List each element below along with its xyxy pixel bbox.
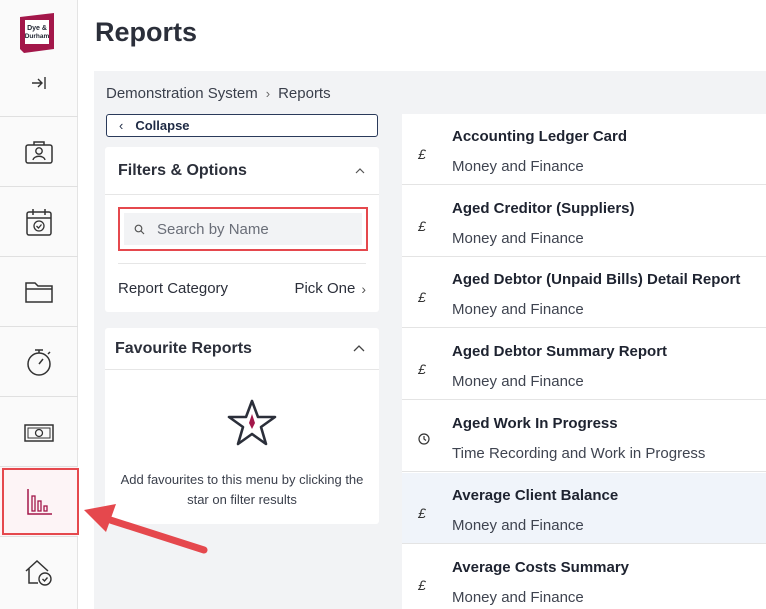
filters-panel: Filters & Options Report Category Pick O… — [105, 147, 379, 312]
search-field — [124, 213, 362, 245]
report-row[interactable]: £ Aged Debtor Summary Report Money and F… — [402, 329, 766, 400]
favourites-title: Favourite Reports — [115, 339, 252, 357]
filters-title: Filters & Options — [118, 161, 247, 179]
star-icon — [226, 398, 278, 453]
report-row[interactable]: £ Aged Debtor (Unpaid Bills) Detail Repo… — [402, 257, 766, 328]
rail-item-accounts[interactable] — [0, 396, 78, 466]
folder-icon — [25, 281, 53, 303]
report-category: Money and Finance — [452, 230, 584, 247]
report-title: Aged Work In Progress — [452, 415, 618, 432]
reports-app: Dye & Durham Reports Demonstration Syste… — [0, 0, 766, 609]
stopwatch-icon — [27, 348, 51, 376]
logo-line-2: Durham — [25, 33, 50, 40]
report-category-picker[interactable]: Pick One › — [294, 280, 366, 297]
clock-icon — [418, 432, 430, 448]
annotation-arrow-icon — [84, 504, 208, 554]
report-category-row[interactable]: Report Category Pick One › — [118, 263, 366, 297]
breadcrumb-root[interactable]: Demonstration System — [106, 85, 258, 102]
rail-item-time-recording[interactable] — [0, 326, 78, 396]
report-category-label: Report Category — [118, 280, 229, 297]
report-row[interactable]: £ Average Client Balance Money and Finan… — [402, 473, 766, 544]
rail-item-documents[interactable] — [0, 256, 78, 326]
page-title: Reports — [95, 17, 198, 47]
logo-line-1: Dye & — [27, 25, 47, 32]
report-category-value: Pick One — [294, 280, 356, 297]
report-title: Average Client Balance — [452, 487, 619, 504]
search-highlight-box — [118, 207, 368, 251]
report-row[interactable]: £ Aged Creditor (Suppliers) Money and Fi… — [402, 186, 766, 257]
report-title: Accounting Ledger Card — [452, 128, 628, 145]
pound-icon: £ — [418, 577, 426, 593]
rail-item-properties[interactable] — [0, 536, 78, 606]
expand-right-icon — [32, 77, 46, 89]
calendar-check-icon — [26, 208, 52, 236]
pound-icon: £ — [418, 146, 426, 162]
pound-icon: £ — [418, 218, 426, 234]
rail-item-matters[interactable] — [0, 116, 78, 186]
report-title: Aged Creditor (Suppliers) — [452, 200, 635, 217]
report-title: Aged Debtor (Unpaid Bills) Detail Report — [452, 271, 741, 288]
chevron-up-icon — [355, 167, 365, 173]
bar-chart-icon — [27, 488, 52, 515]
house-check-icon — [25, 559, 52, 586]
report-title: Average Costs Summary — [452, 559, 630, 576]
report-title: Aged Debtor Summary Report — [452, 343, 668, 360]
favourite-reports-panel: Favourite Reports Add favourites to this… — [105, 328, 379, 524]
report-category: Money and Finance — [452, 517, 584, 534]
chevron-right-icon: › — [361, 280, 366, 297]
chevron-up-icon — [353, 345, 365, 352]
report-category: Money and Finance — [452, 373, 584, 390]
dye-durham-logo[interactable]: Dye & Durham — [18, 13, 58, 53]
chevron-left-icon: ‹ — [119, 118, 124, 133]
pound-icon: £ — [418, 505, 426, 521]
left-rail: Dye & Durham — [0, 0, 79, 609]
rail-item-calendar[interactable] — [0, 186, 78, 256]
pound-icon: £ — [418, 361, 426, 377]
pound-icon: £ — [418, 289, 426, 305]
chevron-right-icon: › — [265, 86, 271, 101]
expand-rail-button[interactable] — [0, 62, 78, 104]
report-row[interactable]: £ Average Costs Summary Money and Financ… — [402, 545, 766, 609]
favourites-header[interactable]: Favourite Reports — [105, 328, 379, 370]
report-category: Money and Finance — [452, 589, 584, 606]
collapse-button[interactable]: ‹ Collapse — [106, 114, 378, 137]
rail-item-reports[interactable] — [0, 466, 78, 536]
search-icon — [134, 224, 145, 234]
report-row[interactable]: £ Accounting Ledger Card Money and Finan… — [402, 114, 766, 185]
report-row[interactable]: Aged Work In Progress Time Recording and… — [402, 401, 766, 472]
report-category: Time Recording and Work in Progress — [452, 445, 706, 462]
banknote-icon — [24, 423, 54, 442]
report-list: £ Accounting Ledger Card Money and Finan… — [402, 114, 766, 609]
briefcase-person-icon — [25, 140, 53, 164]
report-category: Money and Finance — [452, 158, 584, 175]
report-category: Money and Finance — [452, 301, 584, 318]
search-input[interactable] — [157, 220, 347, 238]
filters-header[interactable]: Filters & Options — [105, 147, 379, 195]
collapse-label: Collapse — [135, 118, 190, 133]
breadcrumb: Demonstration System › Reports — [106, 85, 331, 102]
breadcrumb-current: Reports — [278, 85, 331, 102]
